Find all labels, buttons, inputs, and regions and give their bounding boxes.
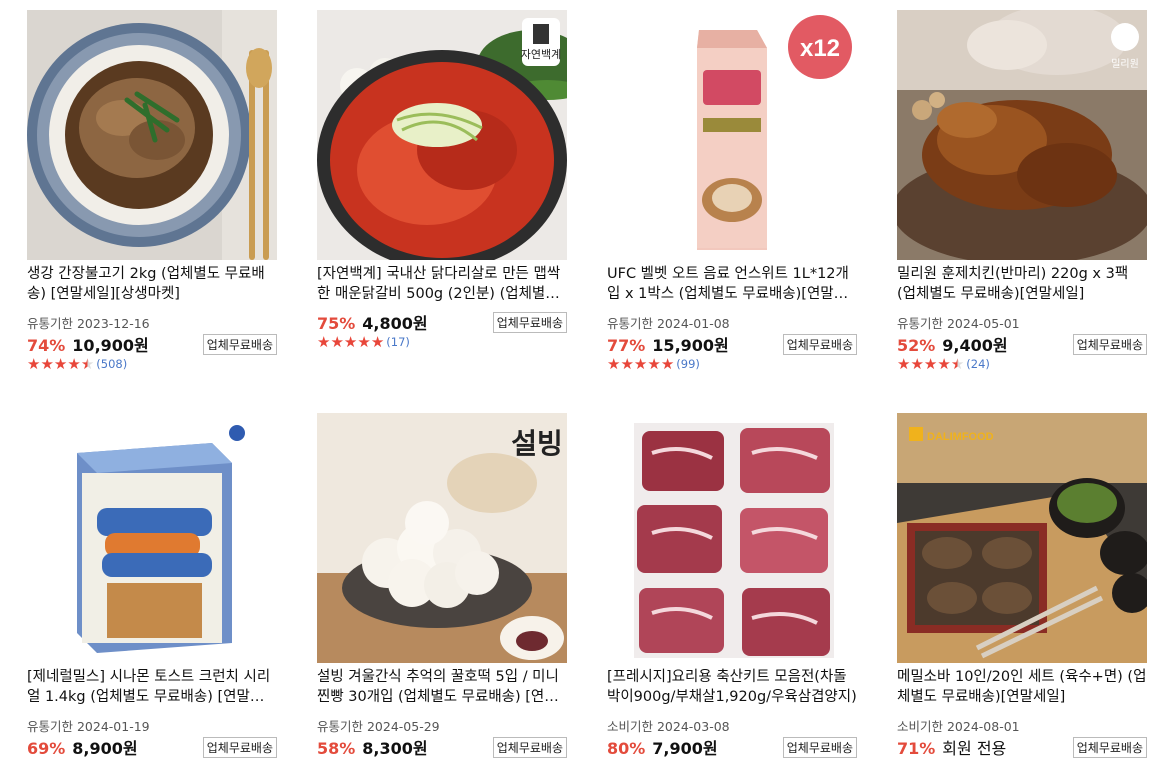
price: 4,800원: [362, 314, 428, 333]
star-icon: ★: [40, 355, 54, 373]
expiry-date: 소비기한 2024-03-08: [607, 719, 730, 734]
price: 7,900원: [652, 739, 718, 758]
star-icon: ★: [923, 355, 938, 373]
review-count[interactable]: (508): [96, 357, 127, 371]
star-icon: ★: [897, 355, 911, 373]
star-icon: ★: [370, 333, 385, 351]
rating-stars: ★★★★★ (508): [27, 356, 277, 372]
star-icon: ★: [660, 355, 675, 373]
rating-stars: ★★★★★ (99): [607, 356, 857, 372]
product-image[interactable]: DALIMFOOD: [897, 413, 1147, 663]
product-image[interactable]: [27, 10, 277, 260]
product-card[interactable]: 생강 간장불고기 2kg (업체별도 무료배송) [연말세일][상생마켓] 유통…: [27, 10, 277, 372]
review-count[interactable]: (24): [966, 357, 990, 371]
price: 8,300원: [362, 739, 428, 758]
brand-logo-text: DALIMFOOD: [927, 431, 994, 443]
star-icon: ★: [620, 355, 634, 373]
review-count[interactable]: (17): [386, 335, 410, 349]
star-icon: ★: [633, 355, 648, 373]
star-icon: ★: [27, 355, 41, 373]
product-card[interactable]: 밀리원 밀리원 훈제치킨(반마리) 220g x 3팩 (업체별도 무료배송)[…: [897, 10, 1147, 372]
product-image[interactable]: 자연백계: [317, 10, 567, 260]
product-image[interactable]: 설빙: [317, 413, 567, 663]
star-icon: ★: [317, 333, 331, 351]
expiry-date: 유통기한 2024-01-08: [607, 316, 730, 331]
brand-logo-text: 설빙: [511, 428, 563, 460]
discount-rate: 69%: [27, 739, 66, 758]
free-shipping-badge: 업체무료배송: [492, 312, 567, 333]
free-shipping-badge: 업체무료배송: [202, 334, 277, 355]
star-icon: ★: [67, 355, 81, 373]
star-icon: ★: [53, 355, 68, 373]
discount-rate: 80%: [607, 739, 646, 758]
product-image[interactable]: 밀리원: [897, 10, 1147, 260]
discount-rate: 71%: [897, 739, 936, 758]
discount-rate: 77%: [607, 336, 646, 355]
discount-rate: 58%: [317, 739, 356, 758]
price: 9,400원: [942, 336, 1008, 355]
product-card[interactable]: DALIMFOOD 메밀소바 10인/20인 세트 (육수+면) (업체별도 무…: [897, 413, 1147, 758]
quantity-badge-text: x12: [800, 35, 840, 62]
free-shipping-badge: 업체무료배송: [782, 334, 857, 355]
star-icon: ★: [607, 355, 621, 373]
product-image[interactable]: [607, 413, 857, 663]
expiry-date: 유통기한 2024-01-19: [27, 719, 150, 734]
product-title[interactable]: [자연백계] 국내산 닭다리살로 만든 맵싹한 매운닭갈비 500g (2인분)…: [317, 264, 567, 304]
star-icon: ★: [357, 333, 371, 351]
star-icon: ★: [343, 333, 358, 351]
discount-rate: 52%: [897, 336, 936, 355]
rating-stars: ★★★★★ (24): [897, 356, 1147, 372]
star-icon: ★: [330, 333, 344, 351]
discount-rate: 74%: [27, 336, 66, 355]
product-title[interactable]: 밀리원 훈제치킨(반마리) 220g x 3팩 (업체별도 무료배송)[연말세일…: [897, 264, 1147, 304]
expiry-date: 유통기한 2023-12-16: [27, 316, 150, 331]
product-card[interactable]: 설빙 설빙 겨울간식 추억의 꿀호떡 5입 / 미니찐빵 30개입 (업체별도 …: [317, 413, 567, 758]
price: 15,900원: [652, 336, 729, 355]
expiry-date: 유통기한 2024-05-01: [897, 316, 1020, 331]
product-title[interactable]: 메밀소바 10인/20인 세트 (육수+면) (업체별도 무료배송)[연말세일]: [897, 667, 1147, 707]
product-card[interactable]: 자연백계 [자연백계] 국내산 닭다리살로 만든 맵싹한 매운닭갈비 500g …: [317, 10, 567, 350]
rating-stars: ★★★★★ (17): [317, 334, 567, 350]
product-image[interactable]: [27, 413, 277, 663]
half-star-icon: ★: [80, 355, 95, 373]
product-title[interactable]: UFC 벨벳 오트 음료 언스위트 1L*12개입 x 1박스 (업체별도 무료…: [607, 264, 857, 304]
expiry-date: 유통기한 2024-05-29: [317, 719, 440, 734]
product-title[interactable]: 생강 간장불고기 2kg (업체별도 무료배송) [연말세일][상생마켓]: [27, 264, 277, 304]
brand-logo-text: 밀리원: [1111, 58, 1139, 70]
product-card[interactable]: [프레시지]요리용 축산키트 모음전(차돌박이900g/부채살1,920g/우육…: [607, 413, 857, 758]
discount-rate: 75%: [317, 314, 356, 333]
half-star-icon: ★: [950, 355, 965, 373]
product-title[interactable]: [프레시지]요리용 축산키트 모음전(차돌박이900g/부채살1,920g/우육…: [607, 667, 857, 707]
price: 10,900원: [72, 336, 149, 355]
star-icon: ★: [910, 355, 924, 373]
brand-logo-text: 자연백계: [521, 48, 561, 61]
star-icon: ★: [937, 355, 951, 373]
product-title[interactable]: [제네럴밀스] 시나몬 토스트 크런치 시리얼 1.4kg (업체별도 무료배송…: [27, 667, 277, 707]
price: 8,900원: [72, 739, 138, 758]
product-title[interactable]: 설빙 겨울간식 추억의 꿀호떡 5입 / 미니찐빵 30개입 (업체별도 무료배…: [317, 667, 567, 707]
members-only-price: 회원 전용: [942, 739, 1007, 758]
product-card[interactable]: [제네럴밀스] 시나몬 토스트 크런치 시리얼 1.4kg (업체별도 무료배송…: [27, 413, 277, 758]
free-shipping-badge: 업체무료배송: [1072, 334, 1147, 355]
expiry-date: 소비기한 2024-08-01: [897, 719, 1020, 734]
star-icon: ★: [647, 355, 661, 373]
review-count[interactable]: (99): [676, 357, 700, 371]
product-card[interactable]: x12 UFC 벨벳 오트 음료 언스위트 1L*12개입 x 1박스 (업체별…: [607, 10, 857, 372]
product-image[interactable]: x12: [607, 10, 857, 260]
